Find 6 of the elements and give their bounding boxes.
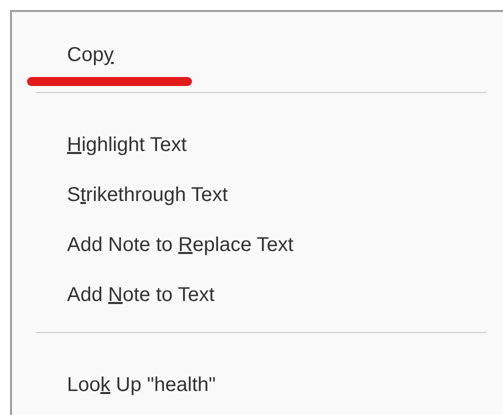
menu-item[interactable]: Copy	[12, 42, 114, 68]
menu-item[interactable]: Look Up "health"	[12, 372, 216, 398]
menu-item[interactable]: Add Note to Text	[12, 282, 215, 308]
menu-item[interactable]: Add Note to Replace Text	[12, 232, 294, 258]
menu-item[interactable]: Strikethrough Text	[12, 182, 228, 208]
menu-item[interactable]: Highlight Text	[12, 132, 187, 158]
